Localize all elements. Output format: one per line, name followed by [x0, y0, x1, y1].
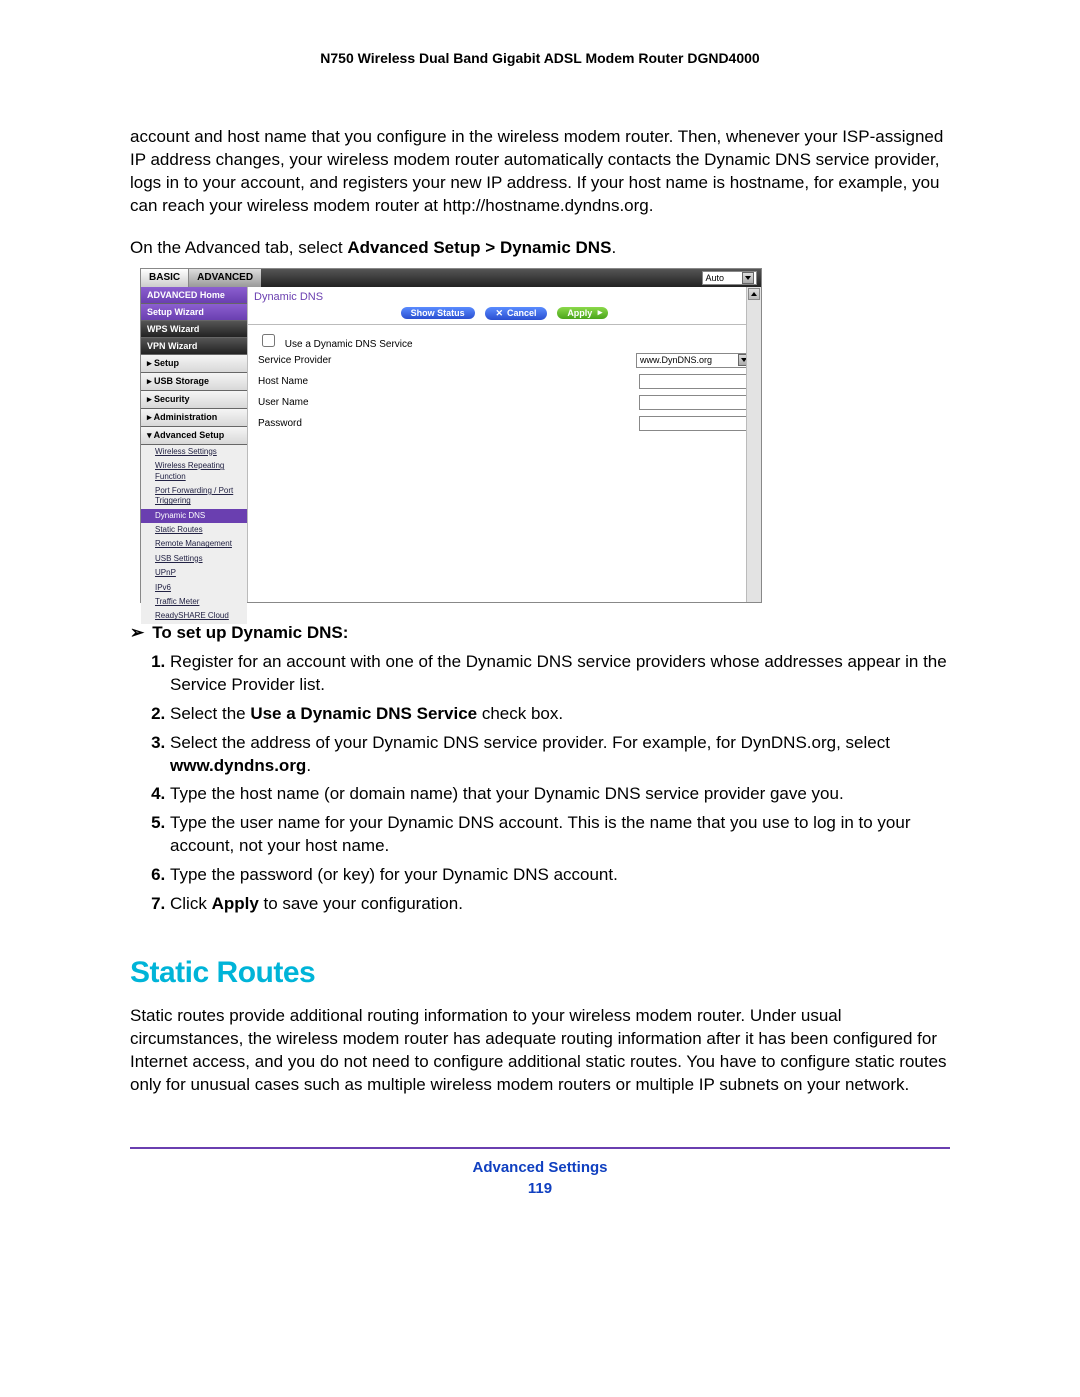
host-name-label: Host Name	[258, 376, 308, 387]
router-ui-screenshot: BASIC ADVANCED Auto ADVANCED Home Setup …	[140, 268, 762, 603]
sidebar-sub-ipv6[interactable]: IPv6	[141, 581, 247, 595]
footer-section-label: Advanced Settings	[130, 1159, 950, 1176]
sidebar-item-security[interactable]: ▸ Security	[141, 391, 247, 409]
sidebar-item-vpn-wizard[interactable]: VPN Wizard	[141, 338, 247, 355]
step-2: Select the Use a Dynamic DNS Service che…	[170, 703, 950, 726]
language-dropdown[interactable]: Auto	[702, 271, 757, 285]
step-7: Click Apply to save your configuration.	[170, 893, 950, 916]
sidebar-item-administration[interactable]: ▸ Administration	[141, 409, 247, 427]
intro-paragraph: account and host name that you configure…	[130, 126, 950, 218]
panel-title: Dynamic DNS	[248, 287, 761, 305]
user-name-input[interactable]	[639, 395, 751, 410]
nav-post: .	[611, 238, 616, 257]
section-heading-static-routes: Static Routes	[130, 956, 950, 990]
sidebar-sub-remote-management[interactable]: Remote Management	[141, 537, 247, 551]
cancel-button[interactable]: ✕ Cancel	[485, 307, 546, 320]
nav-pre: On the Advanced tab, select	[130, 238, 347, 257]
password-input[interactable]	[639, 416, 751, 431]
document-title: N750 Wireless Dual Band Gigabit ADSL Mod…	[130, 50, 950, 66]
step-5: Type the user name for your Dynamic DNS …	[170, 812, 950, 858]
sidebar-sub-dynamic-dns[interactable]: Dynamic DNS	[141, 509, 247, 523]
use-ddns-checkbox[interactable]	[262, 334, 275, 347]
use-ddns-row: Use a Dynamic DNS Service	[258, 331, 751, 350]
host-name-input[interactable]	[639, 374, 751, 389]
user-name-label: User Name	[258, 397, 309, 408]
close-icon: ✕	[495, 308, 503, 319]
nav-bold: Advanced Setup > Dynamic DNS	[347, 238, 611, 257]
scroll-up-icon[interactable]	[748, 288, 760, 300]
sidebar-item-home[interactable]: ADVANCED Home	[141, 287, 247, 304]
sidebar-item-setup[interactable]: ▸ Setup	[141, 355, 247, 373]
step-3: Select the address of your Dynamic DNS s…	[170, 732, 950, 778]
sidebar-item-advanced-setup[interactable]: ▾ Advanced Setup	[141, 427, 247, 445]
sidebar-sub-usb-settings[interactable]: USB Settings	[141, 552, 247, 566]
static-routes-paragraph: Static routes provide additional routing…	[130, 1005, 950, 1097]
language-value: Auto	[705, 273, 724, 283]
step-4: Type the host name (or domain name) that…	[170, 783, 950, 806]
tab-advanced[interactable]: ADVANCED	[189, 269, 261, 287]
use-ddns-label: Use a Dynamic DNS Service	[285, 339, 413, 350]
procedure-title: To set up Dynamic DNS:	[152, 623, 348, 642]
sidebar-item-setup-wizard[interactable]: Setup Wizard	[141, 304, 247, 321]
nav-instruction: On the Advanced tab, select Advanced Set…	[130, 238, 950, 258]
cancel-label: Cancel	[507, 308, 537, 318]
sidebar-item-usb-storage[interactable]: ▸ USB Storage	[141, 373, 247, 391]
footer-page-number: 119	[130, 1180, 950, 1197]
scrollbar[interactable]	[746, 287, 761, 602]
show-status-button[interactable]: Show Status	[401, 307, 475, 319]
procedure-heading: ➢ To set up Dynamic DNS:	[130, 623, 950, 643]
apply-button[interactable]: Apply	[557, 307, 608, 319]
sidebar-sub-upnp[interactable]: UPnP	[141, 566, 247, 580]
sidebar-sub-traffic-meter[interactable]: Traffic Meter	[141, 595, 247, 609]
sidebar-sub-wireless-settings[interactable]: Wireless Settings	[141, 445, 247, 459]
sidebar-sub-wireless-repeating[interactable]: Wireless Repeating Function	[141, 459, 247, 484]
sidebar: ADVANCED Home Setup Wizard WPS Wizard VP…	[141, 287, 247, 602]
step-1: Register for an account with one of the …	[170, 651, 950, 697]
service-provider-label: Service Provider	[258, 355, 331, 366]
page-footer: Advanced Settings 119	[130, 1147, 950, 1197]
tab-basic[interactable]: BASIC	[141, 269, 189, 287]
step-6: Type the password (or key) for your Dyna…	[170, 864, 950, 887]
steps-list: Register for an account with one of the …	[170, 651, 950, 916]
service-provider-select[interactable]: www.DynDNS.org	[636, 353, 751, 368]
sidebar-sub-port-forwarding[interactable]: Port Forwarding / Port Triggering	[141, 484, 247, 509]
chevron-down-icon	[742, 272, 754, 284]
sidebar-item-wps-wizard[interactable]: WPS Wizard	[141, 321, 247, 338]
sidebar-sub-readyshare[interactable]: ReadySHARE Cloud	[141, 609, 247, 623]
button-row: Show Status ✕ Cancel Apply	[248, 305, 761, 325]
password-label: Password	[258, 418, 302, 429]
service-provider-value: www.DynDNS.org	[640, 355, 712, 365]
content-panel: Dynamic DNS Show Status ✕ Cancel Apply Us…	[247, 287, 761, 602]
sidebar-sub-static-routes[interactable]: Static Routes	[141, 523, 247, 537]
tabs-bar: BASIC ADVANCED Auto	[141, 269, 761, 287]
arrow-right-icon: ➢	[130, 623, 144, 642]
